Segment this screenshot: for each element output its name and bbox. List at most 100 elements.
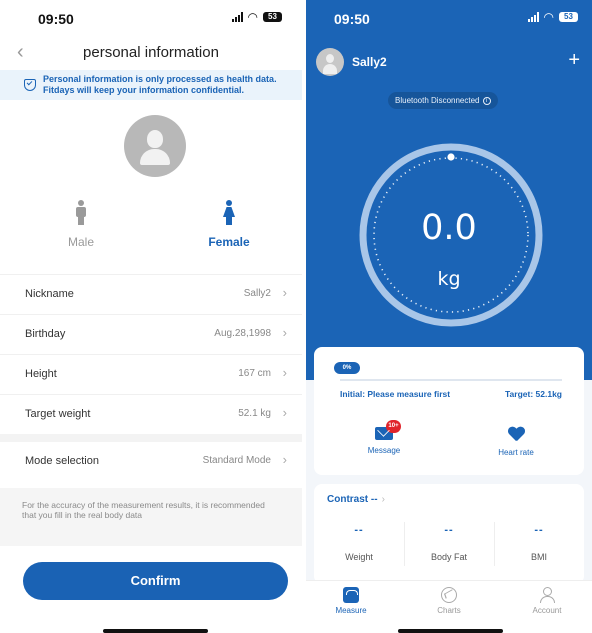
metric-bmi: -- BMI <box>494 524 584 562</box>
contrast-header[interactable]: Contrast -- › <box>327 494 385 505</box>
metric-label: Body Fat <box>430 552 468 562</box>
row-value: 52.1 kg <box>238 408 271 419</box>
avatar-body-shape <box>140 149 170 165</box>
gender-label-male: Male <box>67 235 94 249</box>
confirm-button[interactable]: Confirm <box>23 562 288 600</box>
tab-label: Charts <box>437 606 461 615</box>
chevron-right-icon: › <box>381 494 385 505</box>
personal-info-screen: 09:50 ◠ 53 ‹ personal information Person… <box>0 0 302 633</box>
account-icon <box>539 587 555 603</box>
metric-weight: -- Weight <box>314 524 404 562</box>
avatar <box>316 48 344 76</box>
metric-value: -- <box>354 524 364 536</box>
tab-label: Measure <box>335 606 367 615</box>
wifi-icon: ◠ <box>543 10 554 24</box>
tab-charts[interactable]: Charts <box>414 587 484 615</box>
nav-bar: ‹ personal information <box>0 40 302 66</box>
shield-icon <box>24 79 36 91</box>
gender-label-female: Female <box>208 235 250 249</box>
info-row-target-weight[interactable]: Target weight 52.1 kg › <box>0 394 302 434</box>
section-divider <box>0 434 302 442</box>
message-count-badge: 10+ <box>386 420 401 433</box>
female-icon <box>223 200 235 226</box>
row-label: Birthday <box>25 328 66 340</box>
metric-label: BMI <box>530 552 547 562</box>
heart-rate-label: Heart rate <box>498 448 534 457</box>
wifi-icon: ◠ <box>247 10 258 24</box>
page-title: personal information <box>83 44 219 61</box>
heart-rate-button[interactable]: Heart rate <box>476 427 556 457</box>
scale-icon <box>343 587 359 603</box>
chart-icon <box>441 587 457 603</box>
system-icons: ◠ 53 <box>527 10 578 24</box>
gauge-indicator-dot <box>447 153 455 161</box>
metric-value: -- <box>534 524 544 536</box>
accuracy-hint: For the accuracy of the measurement resu… <box>0 488 302 546</box>
gender-option-female[interactable]: Female <box>189 200 269 249</box>
chevron-right-icon: › <box>282 285 287 300</box>
user-name: Sally2 <box>352 55 387 69</box>
message-label: Message <box>367 446 401 455</box>
chevron-right-icon: › <box>282 325 287 340</box>
goal-card: 0% Initial: Please measure first Target:… <box>314 347 584 475</box>
row-label: Height <box>25 368 57 380</box>
avatar-head-shape <box>147 130 163 148</box>
contrast-title: Contrast -- <box>327 494 378 505</box>
row-label: Mode selection <box>25 455 99 467</box>
target-weight-text: Target: 52.1kg <box>504 389 562 399</box>
battery-icon: 53 <box>263 12 282 22</box>
status-time: 09:50 <box>38 11 74 27</box>
home-indicator <box>398 629 503 633</box>
status-bar: 09:50 ◠ 53 <box>0 0 302 34</box>
row-label: Target weight <box>25 408 91 420</box>
male-icon <box>75 200 87 226</box>
chevron-right-icon: › <box>282 405 287 420</box>
message-button[interactable]: 10+ Message <box>344 420 424 455</box>
info-list: Nickname Sally2 › Birthday Aug.28,1998 ›… <box>0 274 302 482</box>
plus-icon[interactable]: + <box>568 50 580 70</box>
system-icons: ◠ 53 <box>231 10 282 24</box>
status-bar: 09:50 ◠ 53 <box>306 0 592 34</box>
measure-screen: 09:50 ◠ 53 Sally2 + Bluetooth Disconnect… <box>306 0 592 633</box>
row-value: Aug.28,1998 <box>214 328 271 339</box>
info-row-height[interactable]: Height 167 cm › <box>0 354 302 394</box>
tab-bar: Measure Charts Account <box>306 580 592 633</box>
mail-icon: 10+ <box>375 420 401 440</box>
metric-value: -- <box>444 524 454 536</box>
progress-badge: 0% <box>334 362 360 374</box>
info-row-birthday[interactable]: Birthday Aug.28,1998 › <box>0 314 302 354</box>
gender-option-male[interactable]: Male <box>41 200 121 249</box>
info-row-mode-selection[interactable]: Mode selection Standard Mode › <box>0 442 302 482</box>
row-value: Standard Mode <box>202 455 271 466</box>
info-icon: i <box>482 96 491 105</box>
chevron-right-icon: › <box>282 365 287 380</box>
avatar[interactable] <box>124 115 186 177</box>
contrast-card: Contrast -- › -- Weight -- Body Fat -- BM… <box>314 484 584 584</box>
user-switcher[interactable]: Sally2 <box>316 48 387 76</box>
info-row-nickname[interactable]: Nickname Sally2 › <box>0 274 302 314</box>
privacy-notice: Personal information is only processed a… <box>0 70 302 100</box>
cellular-signal-icon <box>231 12 243 22</box>
metric-body-fat: -- Body Fat <box>404 524 494 562</box>
row-value: Sally2 <box>243 288 271 299</box>
tab-account[interactable]: Account <box>512 587 582 615</box>
chevron-right-icon: › <box>282 452 287 467</box>
bluetooth-status-text: Bluetooth Disconnected <box>395 96 480 105</box>
weight-value: 0.0 <box>421 208 477 248</box>
bluetooth-status[interactable]: Bluetooth Disconnected i <box>388 92 498 109</box>
goal-progress-bar <box>340 379 562 381</box>
status-time: 09:50 <box>334 11 370 27</box>
tab-measure[interactable]: Measure <box>316 587 386 615</box>
home-indicator <box>103 629 208 633</box>
heart-icon <box>508 427 525 442</box>
row-value: 167 cm <box>238 368 271 379</box>
initial-weight-text: Initial: Please measure first <box>340 389 451 399</box>
cellular-signal-icon <box>527 12 539 22</box>
privacy-notice-text: Personal information is only processed a… <box>43 74 277 95</box>
weight-unit: kg <box>437 268 461 290</box>
metric-label: Weight <box>345 552 373 562</box>
tab-label: Account <box>532 606 562 615</box>
battery-icon: 53 <box>559 12 578 22</box>
row-label: Nickname <box>25 288 74 300</box>
screenshot-canvas: 09:50 ◠ 53 ‹ personal information Person… <box>0 0 592 633</box>
